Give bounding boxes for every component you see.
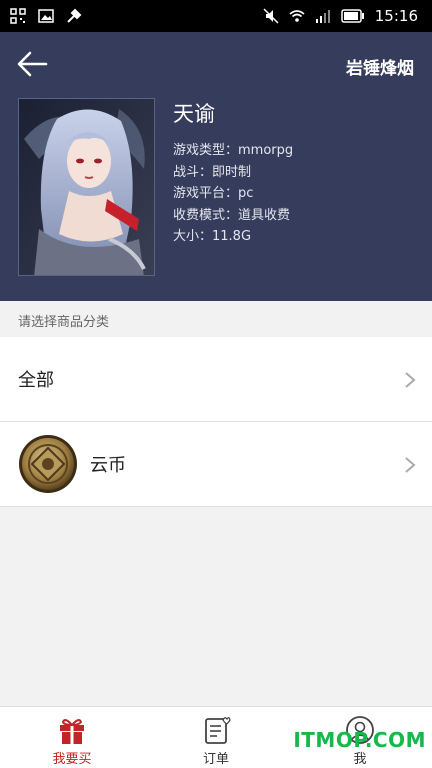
game-platform: 游戏平台：pc xyxy=(173,186,254,201)
watermark: ITMOP.COM xyxy=(293,728,426,752)
tab-buy[interactable]: 我要买 xyxy=(0,707,144,768)
game-charge-mode: 收费模式：道具收费 xyxy=(173,207,291,223)
coin-icon xyxy=(19,435,77,493)
page-title: 岩锤烽烟 xyxy=(346,59,414,79)
game-name: 天谕 xyxy=(173,102,215,126)
game-cover-image xyxy=(18,98,155,276)
qr-scan-icon xyxy=(10,8,26,24)
tab-label: 我要买 xyxy=(52,752,92,767)
game-type: 游戏类型：mmorpg xyxy=(173,143,294,158)
category-row-coin[interactable]: 云币 xyxy=(0,422,432,507)
tool-icon xyxy=(67,8,82,23)
battery-icon xyxy=(341,9,364,23)
order-list-icon xyxy=(205,717,231,744)
tab-orders[interactable]: 订单 xyxy=(144,707,288,768)
wifi-icon xyxy=(289,10,305,22)
category-hint: 请选择商品分类 xyxy=(0,301,432,337)
chevron-right-icon xyxy=(405,372,416,388)
game-meta-list: 游戏类型：mmorpg 战斗：即时制 游戏平台：pc 收费模式：道具收费 大小：… xyxy=(173,140,293,248)
category-label: 云币 xyxy=(90,455,126,476)
game-size: 大小：11.8G xyxy=(173,229,252,244)
category-row-all[interactable]: 全部 xyxy=(0,337,432,422)
game-header: 岩锤烽烟 天谕 游戏类型：mmorpg 战斗：即时制 游戏平台：pc 收费模式：… xyxy=(0,32,432,301)
mute-icon xyxy=(263,8,279,24)
back-arrow-icon[interactable] xyxy=(16,50,48,78)
status-bar: 15:16 xyxy=(0,0,432,32)
signal-icon xyxy=(315,10,330,23)
clock: 15:16 xyxy=(374,7,418,25)
gift-icon xyxy=(60,719,84,744)
chevron-right-icon xyxy=(405,457,416,473)
game-combat: 战斗：即时制 xyxy=(173,164,252,180)
image-icon xyxy=(38,9,54,23)
tab-label: 订单 xyxy=(202,752,229,767)
category-label: 全部 xyxy=(18,370,54,391)
